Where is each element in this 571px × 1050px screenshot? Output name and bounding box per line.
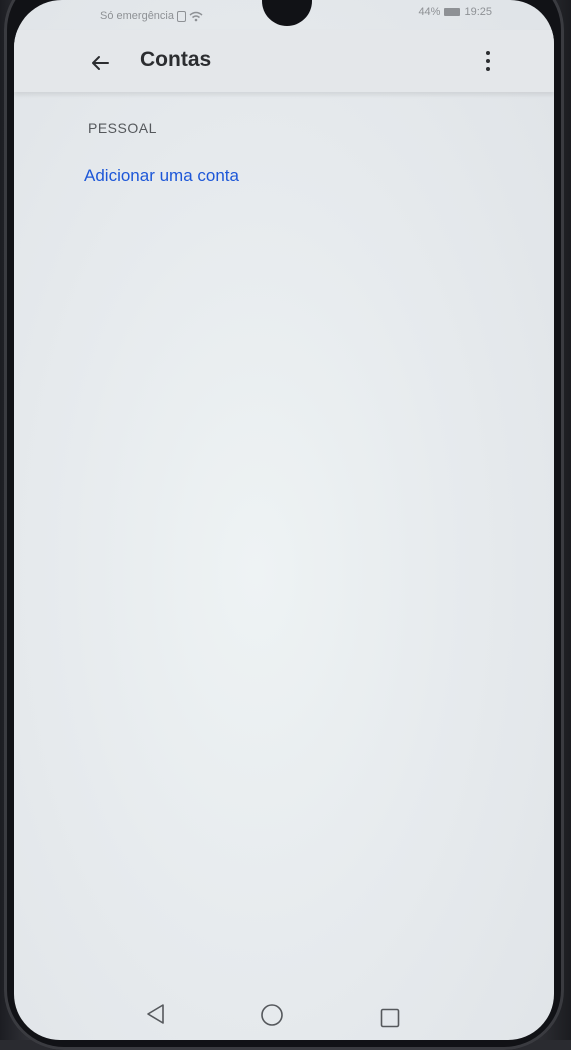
camera-notch xyxy=(262,0,312,26)
more-dot xyxy=(486,59,490,63)
battery-icon xyxy=(444,8,461,16)
wifi-icon xyxy=(189,11,203,21)
battery-percent: 44% xyxy=(418,6,441,18)
status-bar: Só emergência 44% 19:25 xyxy=(14,0,554,30)
phone-screen: Só emergência 44% 19:25 Contas PESSOAL A… xyxy=(14,0,554,1040)
page-title: Contas xyxy=(140,48,212,71)
clock: 19:25 xyxy=(464,6,492,18)
nav-home-icon[interactable] xyxy=(260,1003,284,1027)
arrow-left-icon[interactable] xyxy=(86,48,116,78)
nav-recent-icon[interactable] xyxy=(380,1008,400,1028)
status-right: 44% 19:25 xyxy=(418,6,492,18)
status-left: Só emergência xyxy=(100,10,203,22)
more-dot xyxy=(486,67,490,71)
add-account-link[interactable]: Adicionar uma conta xyxy=(84,166,239,186)
carrier-text: Só emergência xyxy=(100,10,174,22)
nav-back-icon[interactable] xyxy=(144,1002,168,1026)
more-vert-icon[interactable] xyxy=(480,46,496,76)
sim-icon xyxy=(177,10,186,22)
app-bar: Contas xyxy=(14,30,554,92)
more-dot xyxy=(486,51,490,55)
section-header-pessoal: PESSOAL xyxy=(88,120,157,136)
navigation-bar xyxy=(14,990,554,1040)
